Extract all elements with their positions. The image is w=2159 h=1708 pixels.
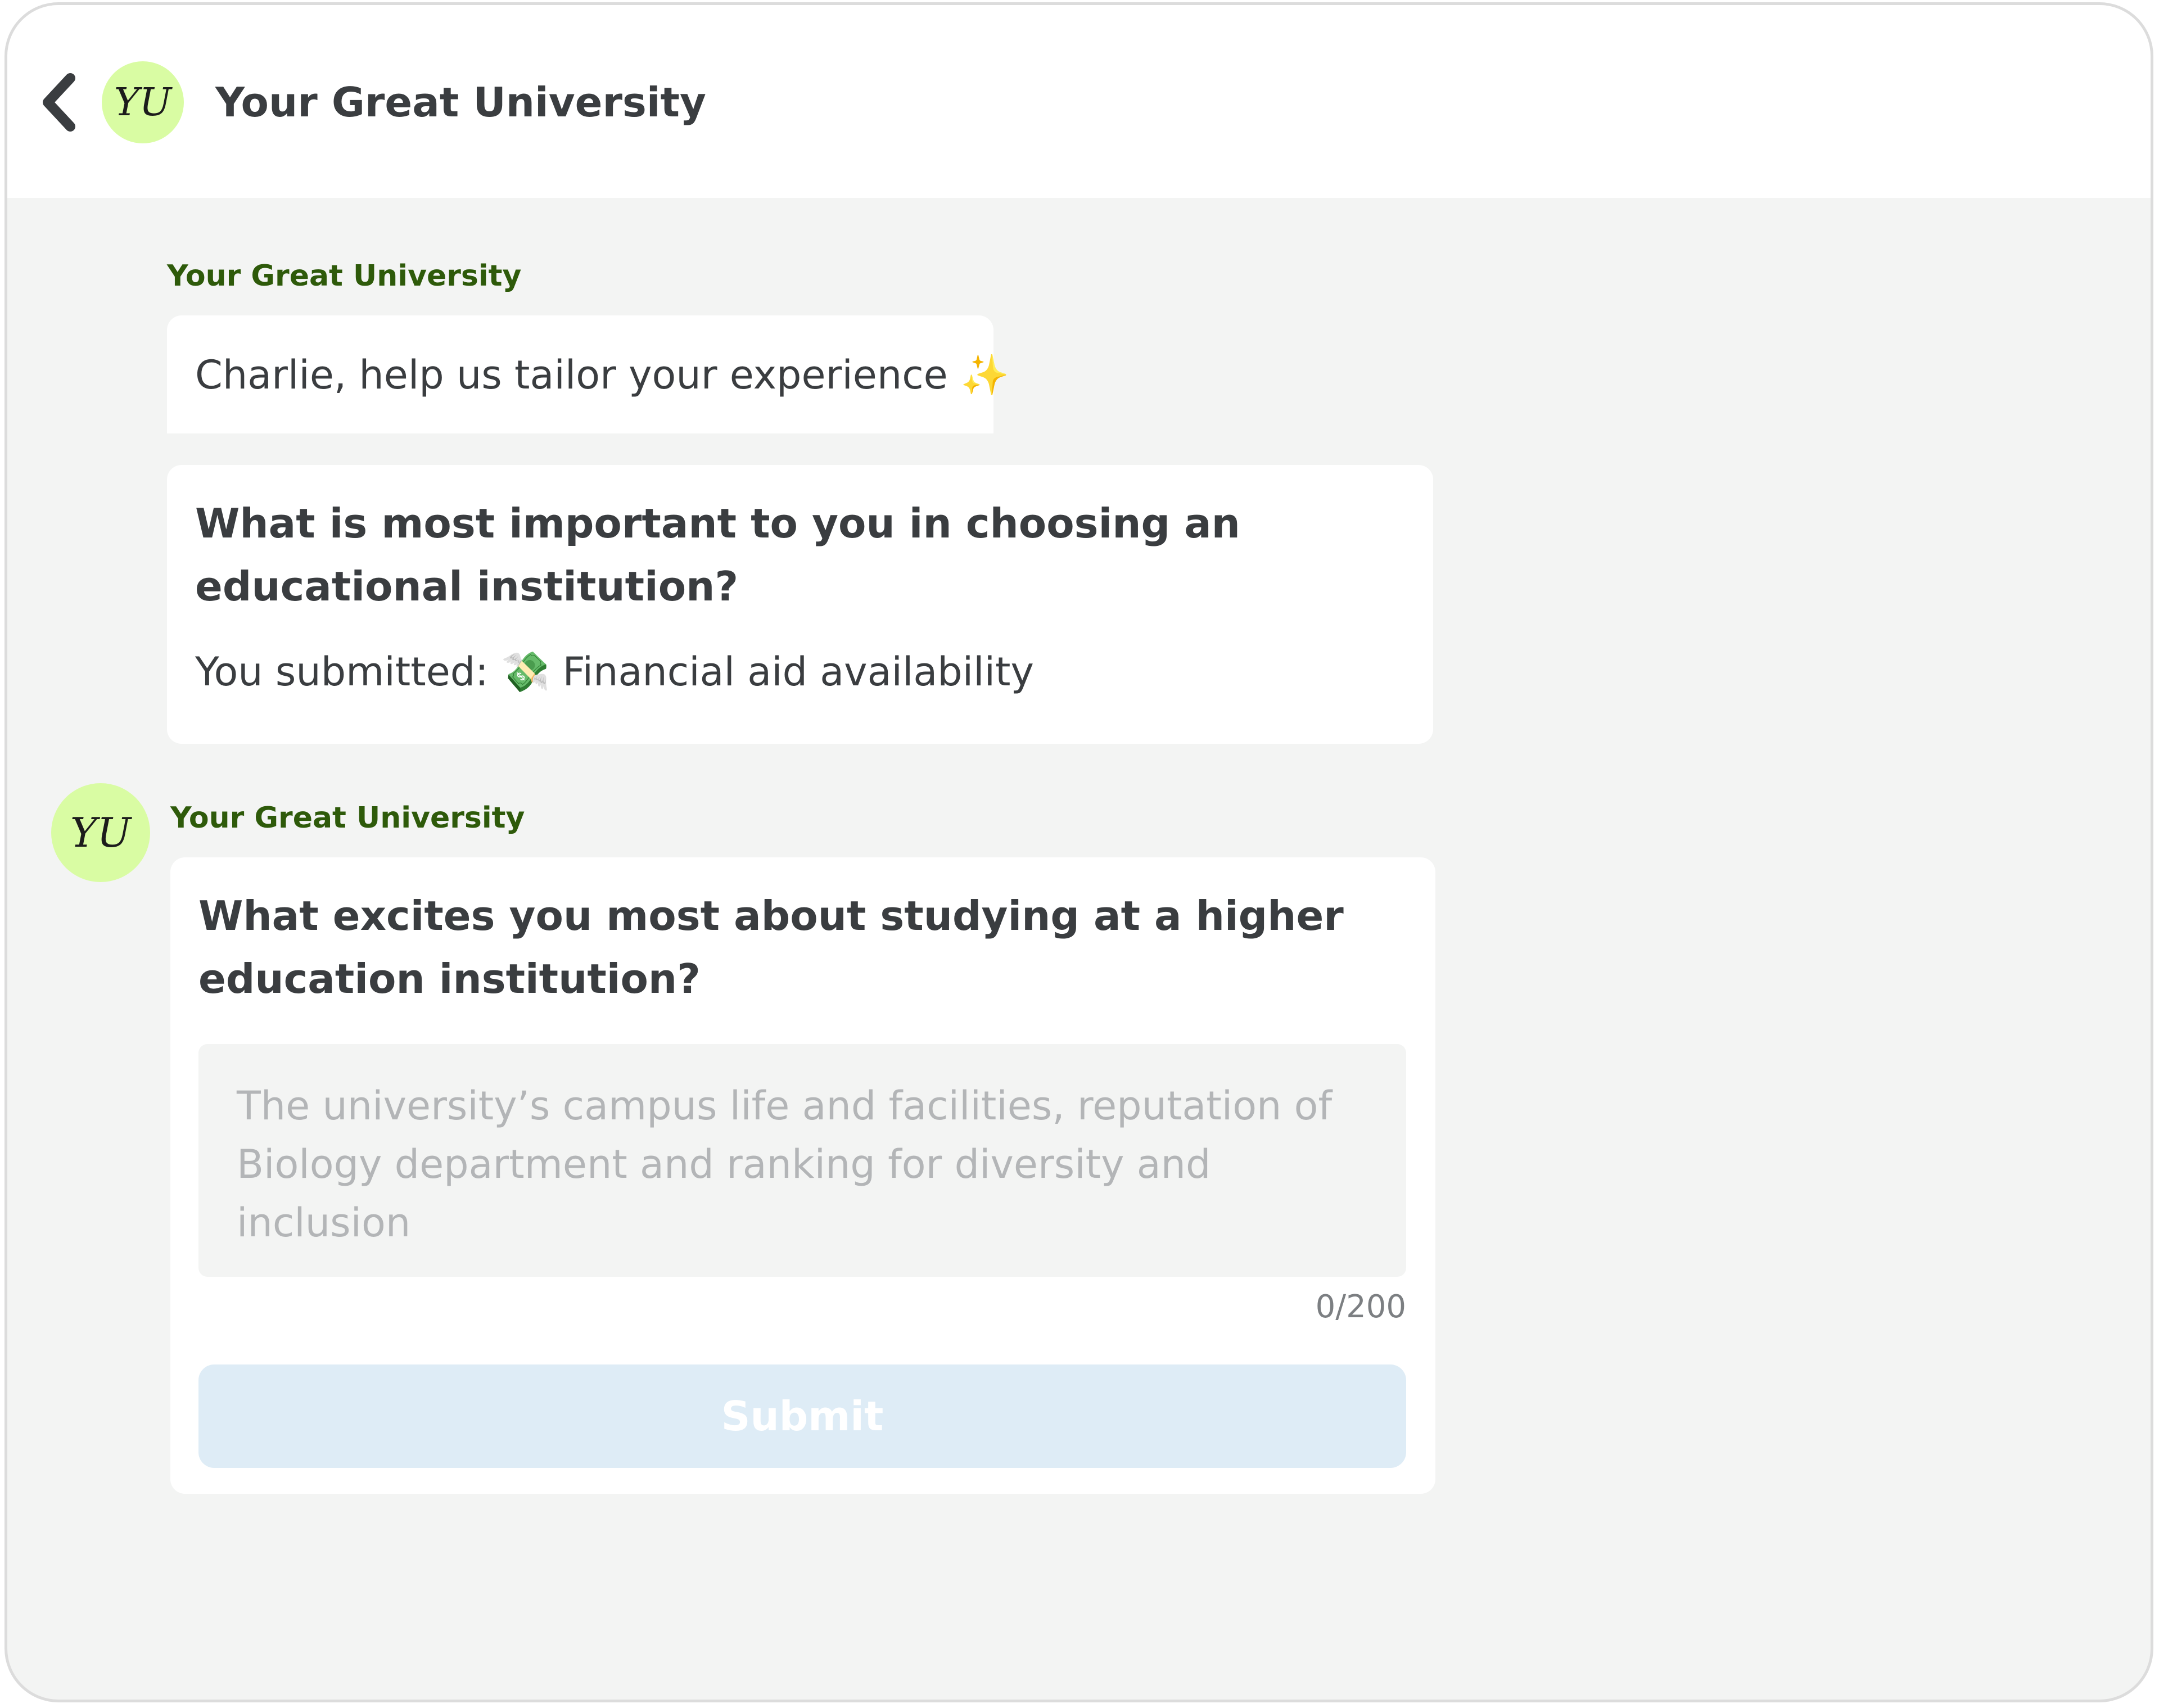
answered-question-card: What is most important to you in choosin… — [167, 465, 1433, 744]
greeting-text: Charlie, help us tailor your experience … — [195, 352, 1010, 398]
header-avatar: YU — [102, 61, 184, 143]
char-counter: 0/200 — [1315, 1289, 1406, 1325]
app-frame: YU Your Great University Your Great Univ… — [4, 2, 2153, 1702]
submit-button[interactable]: Submit — [198, 1364, 1406, 1468]
submitted-prefix: You submitted: — [195, 649, 502, 695]
answer-textarea[interactable] — [198, 1044, 1406, 1277]
back-arrow-icon[interactable] — [35, 71, 86, 133]
open-question-card: What excites you most about studying at … — [170, 857, 1435, 1494]
header-title: Your Great University — [215, 79, 706, 126]
question-text: What excites you most about studying at … — [198, 892, 1344, 1002]
submitted-answer: You submitted: 💸 Financial aid availabil… — [195, 640, 1034, 703]
chat-header: YU Your Great University — [7, 5, 2151, 198]
submitted-value: Financial aid availability — [550, 649, 1034, 695]
question-text: What is most important to you in choosin… — [195, 500, 1240, 610]
message-sender: Your Great University — [167, 259, 522, 293]
message-avatar: YU — [51, 783, 150, 882]
greeting-bubble: Charlie, help us tailor your experience … — [167, 315, 1009, 433]
money-with-wings-icon: 💸 — [501, 649, 550, 695]
message-sender: Your Great University — [170, 801, 525, 835]
